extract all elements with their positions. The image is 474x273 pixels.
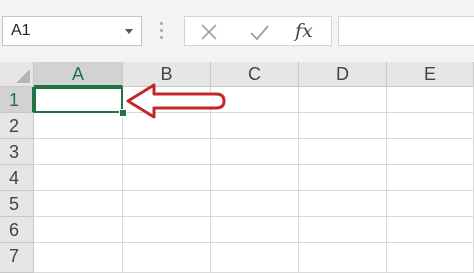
chevron-down-icon[interactable] bbox=[125, 29, 133, 34]
row-header-6[interactable]: 6 bbox=[0, 217, 34, 243]
cell-e3[interactable] bbox=[387, 139, 474, 165]
row-header-1[interactable]: 1 bbox=[0, 87, 34, 113]
column-header-e[interactable]: E bbox=[387, 62, 474, 87]
cell-c4[interactable] bbox=[211, 165, 299, 191]
cell-d3[interactable] bbox=[299, 139, 387, 165]
cell-b4[interactable] bbox=[123, 165, 211, 191]
cell-d5[interactable] bbox=[299, 191, 387, 217]
cell-a7[interactable] bbox=[34, 243, 123, 273]
cell-b7[interactable] bbox=[123, 243, 211, 273]
cell-c5[interactable] bbox=[211, 191, 299, 217]
formula-tools: fx bbox=[184, 16, 332, 46]
column-header-a[interactable]: A bbox=[34, 62, 123, 87]
row-header-7[interactable]: 7 bbox=[0, 243, 34, 273]
cell-d6[interactable] bbox=[299, 217, 387, 243]
cell-a1[interactable] bbox=[34, 87, 123, 113]
cell-e4[interactable] bbox=[387, 165, 474, 191]
cell-d4[interactable] bbox=[299, 165, 387, 191]
cell-e5[interactable] bbox=[387, 191, 474, 217]
spreadsheet-grid: A B C D E 1 2 3 4 5 6 7 bbox=[0, 62, 474, 273]
cell-c7[interactable] bbox=[211, 243, 299, 273]
formula-input[interactable] bbox=[338, 16, 474, 46]
cell-c3[interactable] bbox=[211, 139, 299, 165]
cell-e6[interactable] bbox=[387, 217, 474, 243]
select-all-button[interactable] bbox=[0, 62, 34, 87]
row-header-3[interactable]: 3 bbox=[0, 139, 34, 165]
cell-d2[interactable] bbox=[299, 113, 387, 139]
cell-b3[interactable] bbox=[123, 139, 211, 165]
name-box-value: A1 bbox=[11, 22, 31, 39]
cell-b5[interactable] bbox=[123, 191, 211, 217]
row-header-4[interactable]: 4 bbox=[0, 165, 34, 191]
name-box[interactable]: A1 bbox=[2, 16, 142, 46]
cell-e7[interactable] bbox=[387, 243, 474, 273]
formula-bar: A1 fx bbox=[0, 0, 474, 62]
cell-a6[interactable] bbox=[34, 217, 123, 243]
function-icon: fx bbox=[295, 20, 313, 42]
cell-a4[interactable] bbox=[34, 165, 123, 191]
cell-a3[interactable] bbox=[34, 139, 123, 165]
column-header-d[interactable]: D bbox=[299, 62, 387, 87]
grip-dots-icon[interactable] bbox=[160, 22, 164, 40]
cell-d7[interactable] bbox=[299, 243, 387, 273]
checkmark-icon[interactable] bbox=[247, 21, 271, 43]
close-icon[interactable] bbox=[197, 21, 221, 43]
cell-b6[interactable] bbox=[123, 217, 211, 243]
cell-e2[interactable] bbox=[387, 113, 474, 139]
cell-a2[interactable] bbox=[34, 113, 123, 139]
insert-function-button[interactable]: fx bbox=[295, 19, 319, 42]
cell-d1[interactable] bbox=[299, 87, 387, 113]
row-header-2[interactable]: 2 bbox=[0, 113, 34, 139]
cell-a5[interactable] bbox=[34, 191, 123, 217]
row-header-5[interactable]: 5 bbox=[0, 191, 34, 217]
cell-c6[interactable] bbox=[211, 217, 299, 243]
cell-e1[interactable] bbox=[387, 87, 474, 113]
arrow-left-icon bbox=[126, 83, 226, 119]
